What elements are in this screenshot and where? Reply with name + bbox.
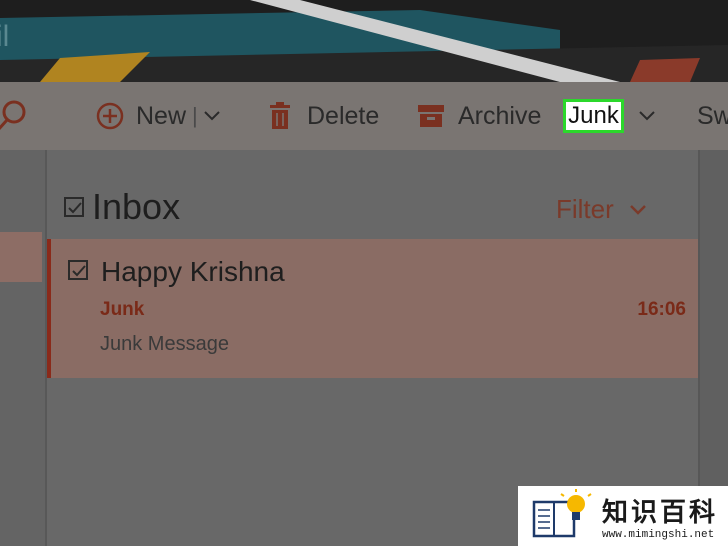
sweep-label: Sw: [697, 101, 728, 130]
archive-icon: [418, 105, 444, 127]
plus-circle-icon: [96, 102, 124, 130]
junk-label: Junk: [568, 102, 619, 129]
select-all-checkbox[interactable]: [64, 197, 84, 217]
message-folder-tag: Junk: [100, 299, 145, 320]
filter-label: Filter: [556, 194, 614, 224]
archive-button[interactable]: Archive: [417, 82, 541, 150]
trash-icon: [270, 102, 290, 129]
folder-header: Inbox: [64, 186, 180, 228]
watermark-title: 知识百科: [602, 496, 719, 527]
chevron-down-icon: [639, 111, 655, 121]
junk-options-button[interactable]: [637, 82, 657, 150]
folder-pane: [0, 150, 47, 546]
filter-button[interactable]: Filter: [556, 194, 648, 225]
message-preview: Junk Message: [100, 333, 229, 355]
message-time: 16:06: [637, 299, 686, 320]
search-icon: [0, 100, 26, 131]
archive-label: Archive: [458, 101, 542, 130]
folder-title: Inbox: [92, 186, 181, 227]
app-banner: il: [0, 0, 728, 82]
message-checkbox[interactable]: [68, 260, 88, 280]
watermark: 知识百科 www.mimingshi.net: [518, 486, 728, 546]
new-label: New: [136, 101, 187, 130]
toolbar-separator: |: [192, 103, 198, 128]
chevron-down-icon: [629, 204, 646, 215]
message-sender: Happy Krishna: [101, 256, 285, 287]
banner-graphic: [0, 0, 728, 82]
search-button[interactable]: [0, 82, 30, 150]
watermark-url: www.mimingshi.net: [602, 528, 715, 541]
junk-button[interactable]: Junk: [563, 99, 624, 133]
delete-button[interactable]: Delete: [268, 82, 379, 150]
chevron-down-icon[interactable]: [202, 109, 222, 123]
book-lightbulb-icon: [532, 489, 592, 538]
delete-label: Delete: [307, 101, 380, 130]
sweep-button[interactable]: Sw: [697, 82, 728, 150]
selected-folder[interactable]: [0, 232, 42, 282]
checkbox-icon: [72, 265, 86, 277]
new-button[interactable]: New |: [95, 82, 222, 150]
message-row[interactable]: Happy Krishna Junk 16:06 Junk Message: [47, 239, 698, 378]
app-title-fragment: il: [0, 20, 10, 53]
checkbox-icon: [68, 202, 82, 214]
